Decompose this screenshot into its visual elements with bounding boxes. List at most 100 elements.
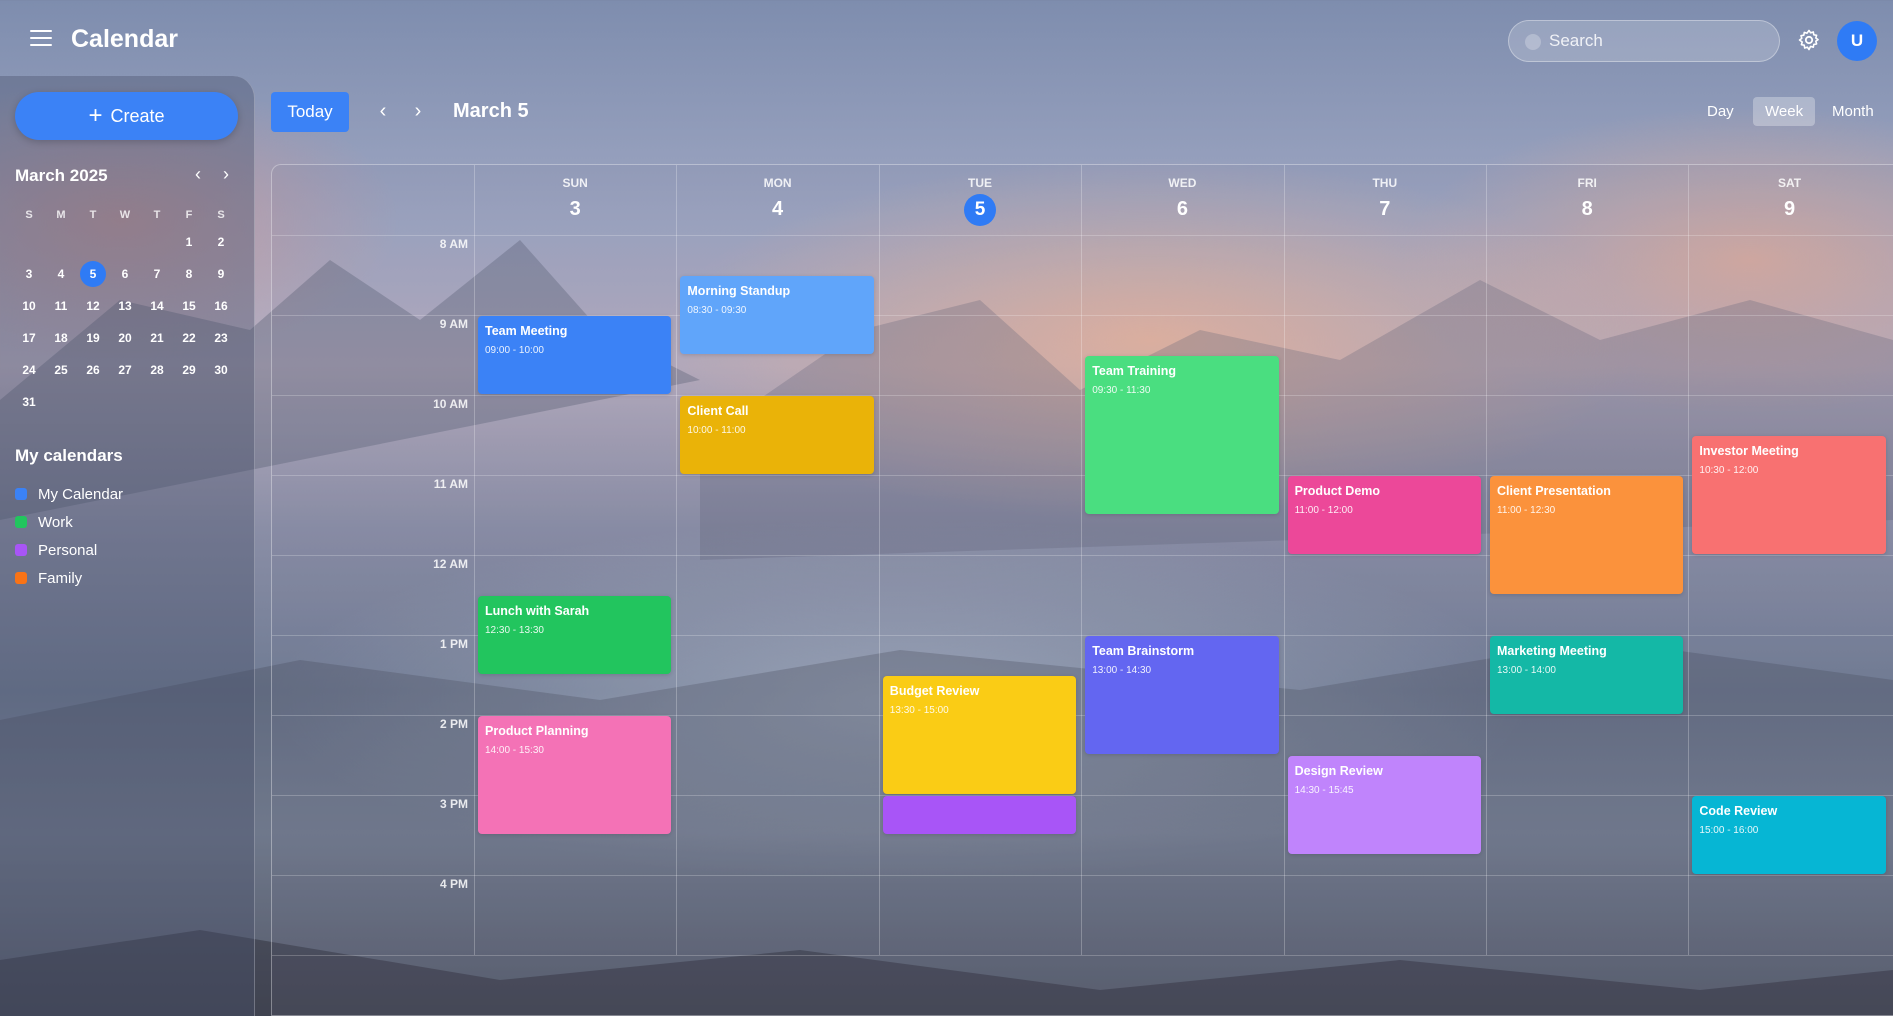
day-column-divider: [878, 165, 880, 955]
calendar-item-label: Family: [38, 569, 83, 587]
mini-day-14[interactable]: 14: [141, 299, 173, 313]
mini-day-30[interactable]: 30: [205, 363, 237, 377]
event-code-review[interactable]: Code Review 15:00 - 16:00: [1692, 796, 1886, 874]
mini-day-15[interactable]: 15: [173, 299, 205, 313]
search-box[interactable]: [1508, 20, 1780, 62]
day-header-wed[interactable]: WED 6: [1081, 165, 1283, 235]
next-week-icon[interactable]: ›: [407, 100, 429, 124]
event-team-training[interactable]: Team Training 09:30 - 11:30: [1085, 356, 1279, 514]
day-header-sat[interactable]: SAT 9: [1688, 165, 1890, 235]
mini-day-27[interactable]: 27: [109, 363, 141, 377]
mini-day-18[interactable]: 18: [45, 331, 77, 345]
mini-day-10[interactable]: 10: [13, 299, 45, 313]
calendar-item-personal[interactable]: Personal: [15, 536, 123, 564]
event-client-presentation[interactable]: Client Presentation 11:00 - 12:30: [1490, 476, 1684, 594]
event-marketing-meeting[interactable]: Marketing Meeting 13:00 - 14:00: [1490, 636, 1684, 714]
mini-next-month-icon[interactable]: ›: [217, 164, 235, 186]
time-label: 8 AM: [439, 237, 468, 251]
event-product-demo[interactable]: Product Demo 11:00 - 12:00: [1287, 476, 1481, 554]
calendar-color-swatch: [15, 516, 27, 528]
menu-icon[interactable]: [30, 30, 52, 48]
mini-day-7[interactable]: 7: [141, 267, 173, 281]
calendar-item-my-calendar[interactable]: My Calendar: [15, 480, 123, 508]
mini-weekday-label: S: [25, 209, 33, 221]
event-title: Investor Meeting: [1699, 444, 1799, 458]
mini-day-6[interactable]: 6: [109, 267, 141, 281]
day-number: 6: [1081, 194, 1283, 224]
day-header-thu[interactable]: THU 7: [1284, 165, 1486, 235]
day-number: 3: [474, 194, 676, 224]
mini-day-number: 6: [121, 267, 129, 281]
prev-week-icon[interactable]: ‹: [372, 100, 394, 124]
day-header-fri[interactable]: FRI 8: [1486, 165, 1688, 235]
mini-prev-month-icon[interactable]: ‹: [189, 164, 207, 186]
mini-day-5[interactable]: 5: [77, 261, 109, 287]
mini-day-31[interactable]: 31: [13, 395, 45, 409]
event-investor-meeting[interactable]: Investor Meeting 10:30 - 12:00: [1692, 436, 1886, 554]
event-title: Team Training: [1092, 364, 1177, 378]
mini-day-number: 12: [86, 299, 100, 313]
mini-weekday-label: M: [56, 209, 66, 221]
mini-day-4[interactable]: 4: [45, 267, 77, 281]
event-title: Code Review: [1699, 804, 1778, 818]
day-number: 5: [879, 194, 1081, 226]
mini-day-25[interactable]: 25: [45, 363, 77, 377]
mini-day-28[interactable]: 28: [141, 363, 173, 377]
mini-day-8[interactable]: 8: [173, 267, 205, 281]
event-design-review[interactable]: Design Review 14:30 - 15:45: [1287, 756, 1481, 854]
event-product-planning[interactable]: Product Planning 14:00 - 15:30: [478, 716, 672, 834]
event-team-meeting[interactable]: Team Meeting 09:00 - 10:00: [478, 316, 672, 394]
mini-day-3[interactable]: 3: [13, 267, 45, 281]
view-day-button[interactable]: Day: [1695, 97, 1746, 126]
create-button[interactable]: + Create: [15, 92, 238, 140]
view-week-button[interactable]: Week: [1753, 97, 1816, 126]
view-month-button[interactable]: Month: [1820, 97, 1886, 126]
avatar[interactable]: U: [1837, 21, 1877, 61]
search-input[interactable]: [1549, 21, 1769, 61]
mini-day-16[interactable]: 16: [205, 299, 237, 313]
calendar-item-family[interactable]: Family: [15, 564, 123, 592]
gear-icon[interactable]: [1797, 28, 1821, 52]
hour-gridline: [272, 395, 1893, 396]
mini-calendar-month: March 2025: [15, 166, 108, 185]
mini-day-20[interactable]: 20: [109, 331, 141, 345]
event-client-call[interactable]: Client Call 10:00 - 11:00: [680, 396, 874, 474]
mini-day-23[interactable]: 23: [205, 331, 237, 345]
mini-day-21[interactable]: 21: [141, 331, 173, 345]
mini-day-13[interactable]: 13: [109, 299, 141, 313]
mini-day-number: 8: [185, 267, 193, 281]
today-button[interactable]: Today: [271, 92, 349, 132]
mini-day-number: 14: [150, 299, 164, 313]
event-morning-standup[interactable]: Morning Standup 08:30 - 09:30: [680, 276, 874, 354]
day-number: 8: [1486, 194, 1688, 224]
mini-day-24[interactable]: 24: [13, 363, 45, 377]
event-budget-review[interactable]: Budget Review 13:30 - 15:00: [882, 676, 1077, 794]
time-label: 3 PM: [439, 797, 468, 811]
mini-day-9[interactable]: 9: [205, 267, 237, 281]
event-title: Product Demo: [1294, 484, 1381, 498]
mini-day-11[interactable]: 11: [45, 299, 77, 313]
day-name-label: WED: [1168, 176, 1197, 190]
day-header-mon[interactable]: MON 4: [676, 165, 878, 235]
mini-calendar-grid: S M T W T F S 1 2 3 4 5 6 7 8 9 10 11 12 13 14 15 16 17 18 19 20 21…: [13, 204, 237, 418]
mini-day-29[interactable]: 29: [173, 363, 205, 377]
mini-day-26[interactable]: 26: [77, 363, 109, 377]
mini-day-2[interactable]: 2: [205, 235, 237, 249]
event-lunch-with-sarah[interactable]: Lunch with Sarah 12:30 - 13:30: [478, 596, 672, 674]
mini-day-number: 22: [182, 331, 196, 345]
event-time: 09:30 - 11:30: [1092, 385, 1151, 396]
mini-day-1[interactable]: 1: [173, 235, 205, 249]
day-header-sun[interactable]: SUN 3: [474, 165, 676, 235]
mini-day-22[interactable]: 22: [173, 331, 205, 345]
calendar-item-work[interactable]: Work: [15, 508, 123, 536]
event-untitled-6[interactable]: [882, 796, 1077, 834]
day-number: 7: [1284, 194, 1486, 224]
mini-day-17[interactable]: 17: [13, 331, 45, 345]
event-team-brainstorm[interactable]: Team Brainstorm 13:00 - 14:30: [1085, 636, 1279, 754]
day-header-tue[interactable]: TUE 5: [879, 165, 1081, 235]
mini-day-19[interactable]: 19: [77, 331, 109, 345]
top-bar: Calendar U: [0, 0, 1893, 80]
search-icon: [1525, 34, 1541, 50]
event-title: Team Brainstorm: [1092, 644, 1195, 658]
mini-day-12[interactable]: 12: [77, 299, 109, 313]
